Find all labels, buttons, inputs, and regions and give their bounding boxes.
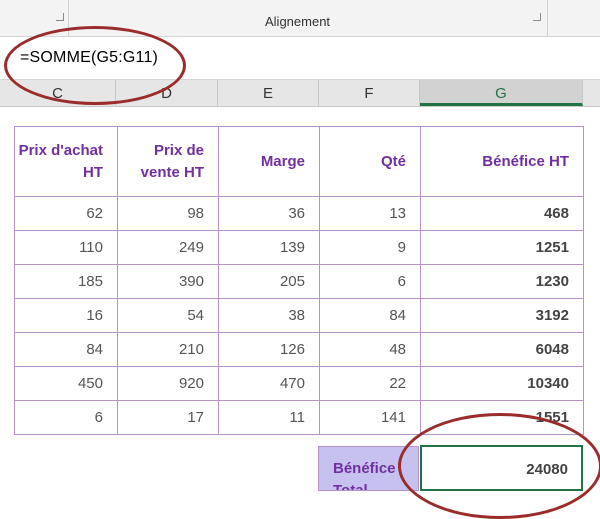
header-prix-vente[interactable]: Prix de vente HT bbox=[117, 126, 219, 197]
cell[interactable]: 920 bbox=[117, 366, 219, 401]
cell[interactable]: 16 bbox=[14, 298, 118, 333]
cell[interactable]: 470 bbox=[218, 366, 320, 401]
column-header-f[interactable]: F bbox=[319, 80, 420, 106]
worksheet-grid[interactable]: Prix d'achat HT Prix de vente HT Marge Q… bbox=[0, 107, 600, 491]
cell[interactable]: 9 bbox=[319, 230, 421, 265]
cell[interactable]: 6 bbox=[14, 400, 118, 435]
ribbon-group-label: Alignement bbox=[265, 14, 331, 29]
cell[interactable]: 36 bbox=[218, 196, 320, 231]
cell[interactable]: 62 bbox=[14, 196, 118, 231]
header-benefice[interactable]: Bénéfice HT bbox=[420, 126, 584, 197]
column-header-c[interactable]: C bbox=[0, 80, 116, 106]
ribbon-strip: Alignement bbox=[0, 0, 600, 37]
cell[interactable]: 210 bbox=[117, 332, 219, 367]
header-marge[interactable]: Marge bbox=[218, 126, 320, 197]
cell[interactable]: 126 bbox=[218, 332, 320, 367]
table-row: 84 210 126 48 6048 bbox=[14, 332, 584, 367]
cell-benefice[interactable]: 1551 bbox=[420, 400, 584, 435]
cell[interactable]: 450 bbox=[14, 366, 118, 401]
dialog-launcher-icon[interactable] bbox=[533, 13, 541, 21]
cell[interactable]: 22 bbox=[319, 366, 421, 401]
cell[interactable]: 6 bbox=[319, 264, 421, 299]
cell[interactable]: 110 bbox=[14, 230, 118, 265]
cell[interactable]: 141 bbox=[319, 400, 421, 435]
total-cell-selected[interactable]: 24080 bbox=[420, 445, 583, 491]
data-table: Prix d'achat HT Prix de vente HT Marge Q… bbox=[14, 126, 584, 435]
cell[interactable]: 48 bbox=[319, 332, 421, 367]
cell[interactable]: 185 bbox=[14, 264, 118, 299]
header-prix-achat[interactable]: Prix d'achat HT bbox=[14, 126, 118, 197]
column-header-d[interactable]: D bbox=[116, 80, 218, 106]
column-headers: C D E F G bbox=[0, 80, 600, 107]
cell-benefice[interactable]: 1230 bbox=[420, 264, 584, 299]
cell[interactable]: 205 bbox=[218, 264, 320, 299]
table-row: 16 54 38 84 3192 bbox=[14, 298, 584, 333]
cell[interactable]: 84 bbox=[14, 332, 118, 367]
table-header-row: Prix d'achat HT Prix de vente HT Marge Q… bbox=[14, 126, 584, 197]
cell[interactable]: 249 bbox=[117, 230, 219, 265]
cell[interactable]: 11 bbox=[218, 400, 320, 435]
table-row: 450 920 470 22 10340 bbox=[14, 366, 584, 401]
cell-benefice[interactable]: 3192 bbox=[420, 298, 584, 333]
cell-benefice[interactable]: 1251 bbox=[420, 230, 584, 265]
ribbon-group-divider bbox=[547, 0, 548, 36]
table-row: 185 390 205 6 1230 bbox=[14, 264, 584, 299]
formula-input[interactable]: =SOMME(G5:G11) bbox=[20, 49, 158, 67]
cell[interactable]: 54 bbox=[117, 298, 219, 333]
ribbon-group-divider bbox=[68, 0, 69, 36]
dialog-launcher-icon[interactable] bbox=[56, 13, 64, 21]
cell[interactable]: 390 bbox=[117, 264, 219, 299]
table-row: 62 98 36 13 468 bbox=[14, 196, 584, 231]
table-row: 6 17 11 141 1551 bbox=[14, 400, 584, 435]
column-header-e[interactable]: E bbox=[218, 80, 319, 106]
cell-benefice[interactable]: 10340 bbox=[420, 366, 584, 401]
cell[interactable]: 139 bbox=[218, 230, 320, 265]
column-header-g[interactable]: G bbox=[420, 80, 583, 106]
formula-bar[interactable]: =SOMME(G5:G11) bbox=[0, 37, 600, 80]
table-row: 110 249 139 9 1251 bbox=[14, 230, 584, 265]
header-qte[interactable]: Qté bbox=[319, 126, 421, 197]
cell-benefice[interactable]: 468 bbox=[420, 196, 584, 231]
cell[interactable]: 13 bbox=[319, 196, 421, 231]
cell-benefice[interactable]: 6048 bbox=[420, 332, 584, 367]
total-label[interactable]: Bénéfice Total bbox=[318, 446, 419, 491]
cell[interactable]: 38 bbox=[218, 298, 320, 333]
cell[interactable]: 98 bbox=[117, 196, 219, 231]
cell[interactable]: 17 bbox=[117, 400, 219, 435]
cell[interactable]: 84 bbox=[319, 298, 421, 333]
